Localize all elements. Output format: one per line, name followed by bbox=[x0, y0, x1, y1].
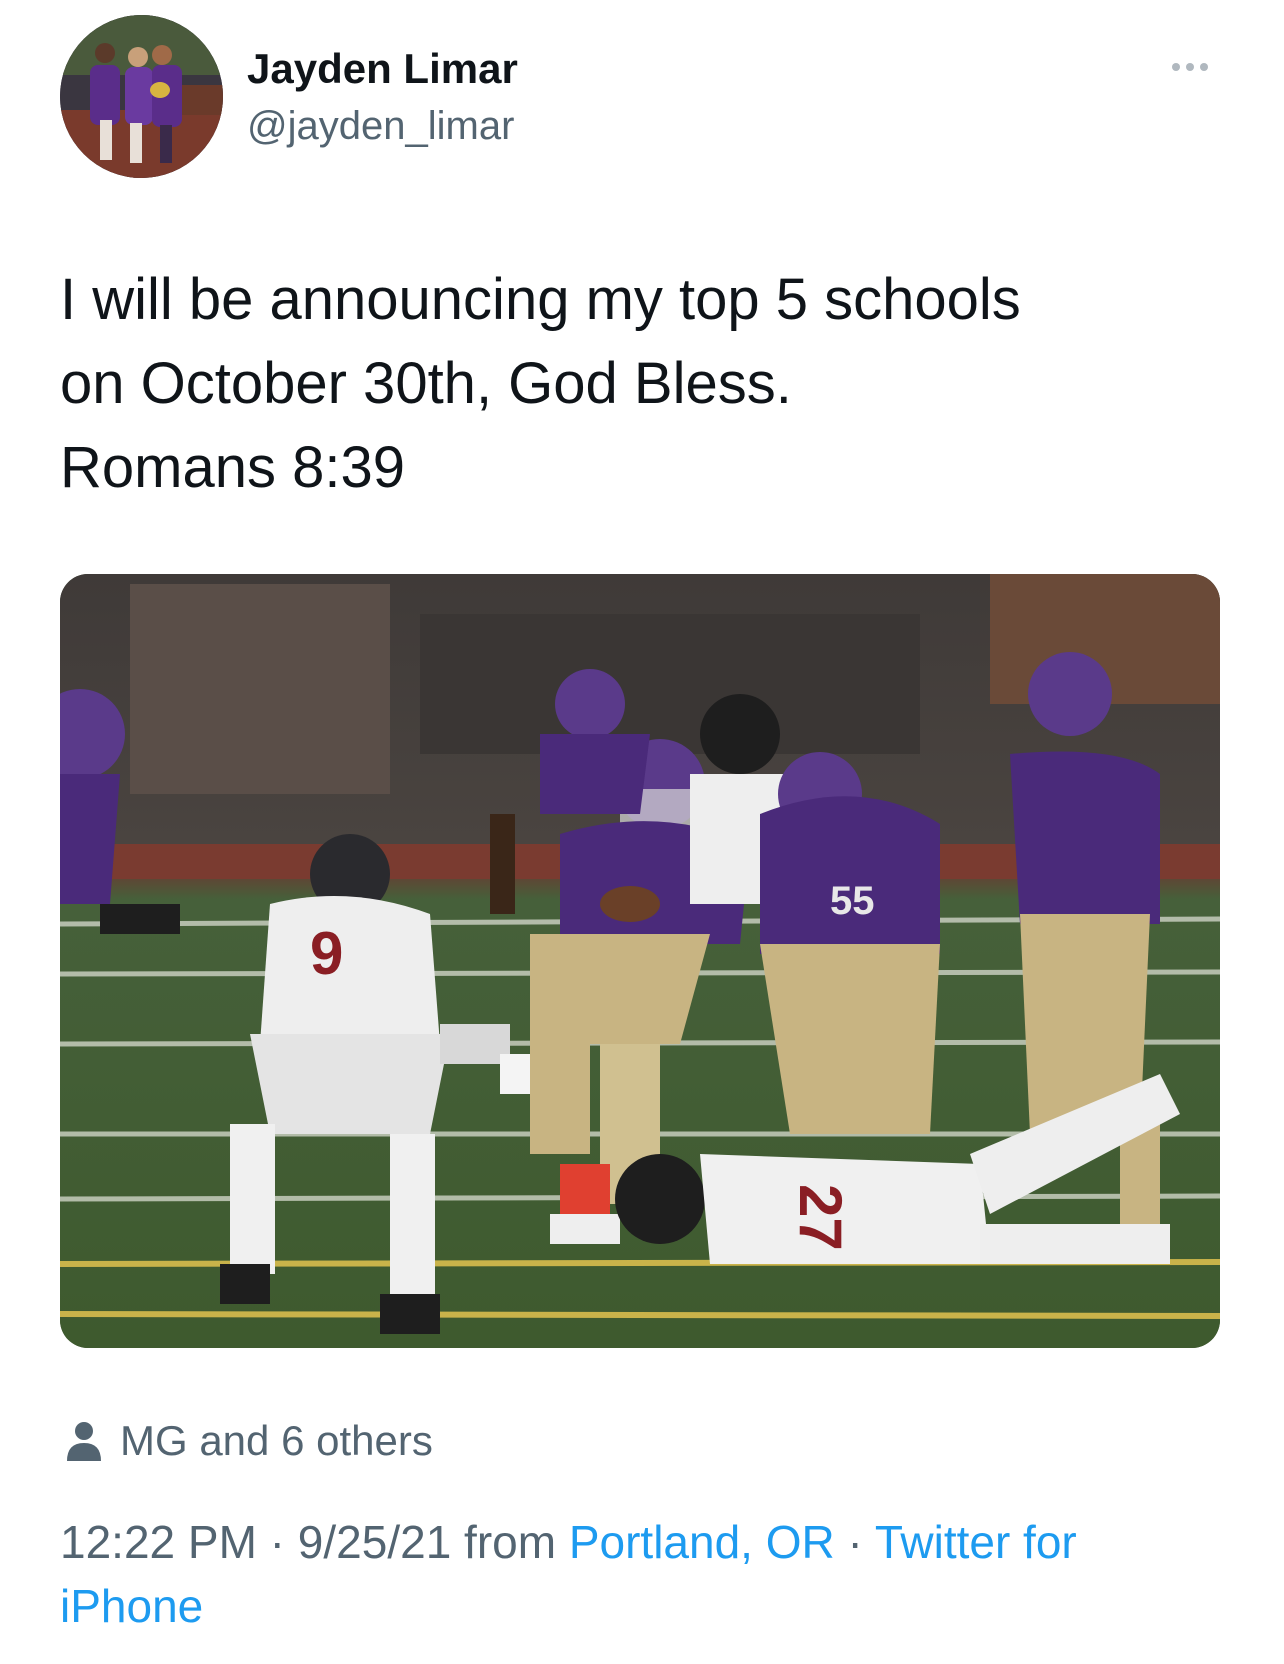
dot bbox=[1172, 63, 1180, 71]
tweet-date[interactable]: 9/25/21 bbox=[298, 1516, 451, 1568]
client-link-continued[interactable]: iPhone bbox=[60, 1580, 203, 1632]
author-handle[interactable]: @jayden_limar bbox=[247, 104, 514, 149]
author-name[interactable]: Jayden Limar bbox=[247, 45, 518, 93]
tweet-photo[interactable]: 9 55 27 bbox=[60, 574, 1220, 1348]
avatar-image bbox=[60, 15, 223, 178]
person-icon bbox=[67, 1422, 101, 1461]
tweet-line: Romans 8:39 bbox=[60, 435, 405, 500]
avatar[interactable] bbox=[60, 15, 223, 178]
svg-text:27: 27 bbox=[787, 1184, 854, 1251]
tweet-time[interactable]: 12:22 PM bbox=[60, 1516, 257, 1568]
from-label: from bbox=[451, 1516, 569, 1568]
dot bbox=[1186, 63, 1194, 71]
tweet-line: I will be announcing my top 5 schools bbox=[60, 267, 1021, 332]
football-photo: 9 55 27 bbox=[60, 574, 1220, 1348]
tweet-line: on October 30th, God Bless. bbox=[60, 351, 792, 416]
client-link[interactable]: Twitter for bbox=[875, 1516, 1077, 1568]
tweet-text: I will be announcing my top 5 schools on… bbox=[60, 258, 1230, 510]
liked-by[interactable]: MG and 6 others bbox=[64, 1416, 433, 1466]
svg-text:9: 9 bbox=[310, 920, 343, 987]
separator: · bbox=[256, 1516, 298, 1568]
tweet-meta: 12:22 PM · 9/25/21 from Portland, OR · T… bbox=[60, 1510, 1240, 1638]
liked-by-text: MG and 6 others bbox=[120, 1417, 433, 1464]
dot bbox=[1200, 63, 1208, 71]
svg-text:55: 55 bbox=[830, 879, 875, 923]
more-horizontal-icon[interactable] bbox=[1160, 52, 1220, 82]
separator: · bbox=[834, 1516, 875, 1568]
location-link[interactable]: Portland, OR bbox=[569, 1516, 835, 1568]
